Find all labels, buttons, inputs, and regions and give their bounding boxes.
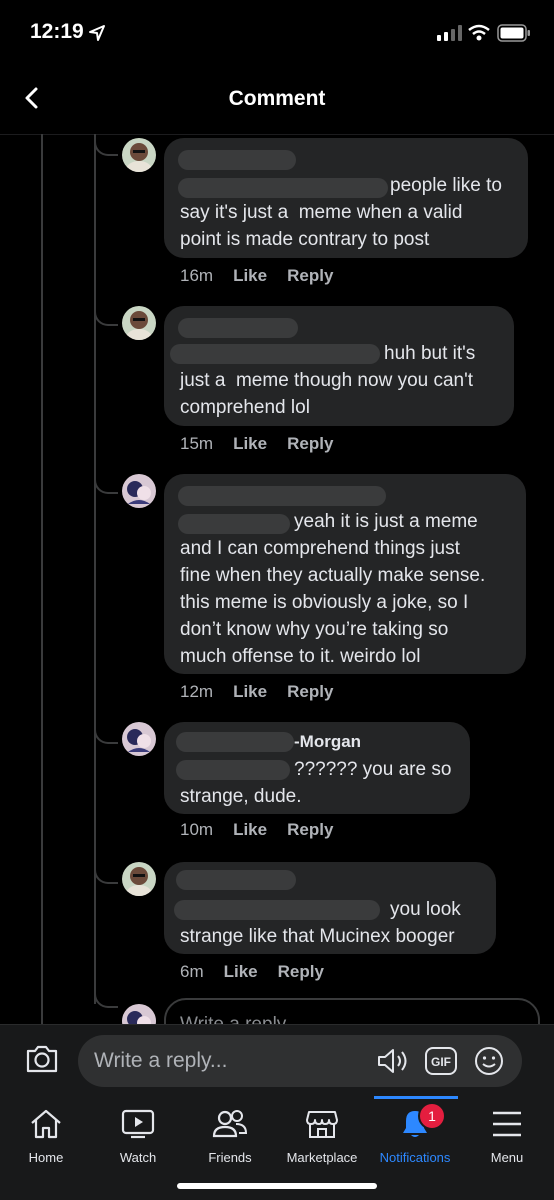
comment-time: 12m <box>180 682 214 701</box>
tab-marketplace[interactable]: Marketplace <box>276 1096 368 1176</box>
comment-thread[interactable]: people like to say it's just a meme when… <box>0 134 554 1024</box>
comment-bubble[interactable]: people like to say it's just a meme when… <box>164 138 528 258</box>
thread-connector <box>94 710 118 744</box>
reply-composer: Write a reply... GIF <box>0 1024 554 1097</box>
reply-button[interactable]: Reply <box>287 682 333 702</box>
comment-actions: 16m Like Reply <box>180 266 353 286</box>
like-button[interactable]: Like <box>233 434 267 454</box>
comment-text: huh but it's just a meme though now you … <box>180 343 476 418</box>
tab-watch[interactable]: Watch <box>92 1096 184 1176</box>
like-button[interactable]: Like <box>224 962 258 982</box>
tab-label: Watch <box>119 1150 157 1165</box>
redacted-name <box>176 732 294 752</box>
comment-time: 6m <box>180 962 204 981</box>
battery-icon <box>497 24 530 42</box>
comment-bubble[interactable]: -Morgan ?????? you are so strange, dude. <box>164 722 470 814</box>
redacted-name <box>176 870 296 890</box>
avatar[interactable] <box>122 474 156 508</box>
header: Comment <box>0 62 554 135</box>
avatar[interactable] <box>122 722 156 756</box>
thread-connector <box>94 986 118 1008</box>
svg-text:GIF: GIF <box>431 1055 451 1069</box>
redacted-name <box>178 150 296 170</box>
tab-friends[interactable]: Friends <box>184 1096 276 1176</box>
voice-icon[interactable] <box>376 1046 410 1076</box>
comment-bubble[interactable]: yeah it is just a meme and I can compreh… <box>164 474 526 674</box>
home-indicator <box>177 1183 377 1189</box>
comment-text: ?????? you are so strange, dude. <box>180 759 452 807</box>
comment-text: you look strange like that Mucinex booge… <box>180 899 461 947</box>
comment-text: people like to say it's just a meme when… <box>180 175 502 250</box>
reply-button[interactable]: Reply <box>278 962 324 982</box>
like-button[interactable]: Like <box>233 682 267 702</box>
like-button[interactable]: Like <box>233 266 267 286</box>
menu-icon <box>493 1111 521 1137</box>
location-arrow-icon <box>89 25 105 41</box>
tab-label: Notifications <box>379 1150 451 1165</box>
status-time: 12:19 <box>30 20 84 43</box>
reply-input[interactable]: Write a reply... GIF <box>78 1035 522 1087</box>
reply-button[interactable]: Reply <box>287 266 333 286</box>
thread-line <box>41 134 43 1024</box>
commenter-name: -Morgan <box>294 732 362 751</box>
like-button[interactable]: Like <box>233 820 267 840</box>
tab-label: Menu <box>490 1150 524 1165</box>
tab-menu[interactable]: Menu <box>461 1096 553 1176</box>
cellular-signal-icon <box>437 25 462 41</box>
tab-label: Friends <box>208 1150 252 1165</box>
avatar[interactable] <box>122 138 156 172</box>
tab-home[interactable]: Home <box>0 1096 92 1176</box>
emoji-icon[interactable] <box>474 1046 504 1076</box>
redacted-name <box>178 486 386 506</box>
home-icon <box>31 1109 61 1139</box>
comment-actions: 10m Like Reply <box>180 820 353 840</box>
comment-actions: 12m Like Reply <box>180 682 353 702</box>
tab-label: Marketplace <box>286 1150 358 1165</box>
inline-reply-placeholder: Write a reply <box>180 1014 286 1024</box>
thread-connector <box>94 852 118 884</box>
watch-icon <box>121 1109 155 1139</box>
avatar[interactable] <box>122 862 156 896</box>
camera-icon[interactable] <box>24 1043 60 1075</box>
avatar[interactable] <box>122 306 156 340</box>
notification-badge: 1 <box>418 1102 446 1130</box>
marketplace-icon <box>306 1111 338 1138</box>
thread-connector <box>94 292 118 326</box>
comment-time: 16m <box>180 266 214 285</box>
inline-reply-input[interactable]: Write a reply <box>164 998 540 1024</box>
comment-time: 15m <box>180 434 214 453</box>
comment-actions: 15m Like Reply <box>180 434 353 454</box>
status-bar: 12:19 <box>0 0 554 62</box>
page-title: Comment <box>228 87 326 110</box>
reply-button[interactable]: Reply <box>287 434 333 454</box>
comment-text: yeah it is just a meme and I can compreh… <box>180 511 486 667</box>
comment-bubble[interactable]: you look strange like that Mucinex booge… <box>164 862 496 954</box>
gif-icon[interactable]: GIF <box>424 1046 458 1076</box>
thread-connector <box>94 460 118 494</box>
redacted-name <box>178 318 298 338</box>
tab-notifications[interactable]: Notifications <box>369 1096 461 1176</box>
reply-button[interactable]: Reply <box>287 820 333 840</box>
reply-placeholder: Write a reply... <box>94 1049 228 1072</box>
comment-bubble[interactable]: huh but it's just a meme though now you … <box>164 306 514 426</box>
wifi-icon <box>468 24 490 41</box>
avatar <box>122 1004 156 1024</box>
comment-time: 10m <box>180 820 214 839</box>
comment-actions: 6m Like Reply <box>180 962 344 982</box>
tab-label: Home <box>28 1150 64 1165</box>
friends-icon <box>212 1110 248 1138</box>
thread-connector <box>94 134 118 156</box>
